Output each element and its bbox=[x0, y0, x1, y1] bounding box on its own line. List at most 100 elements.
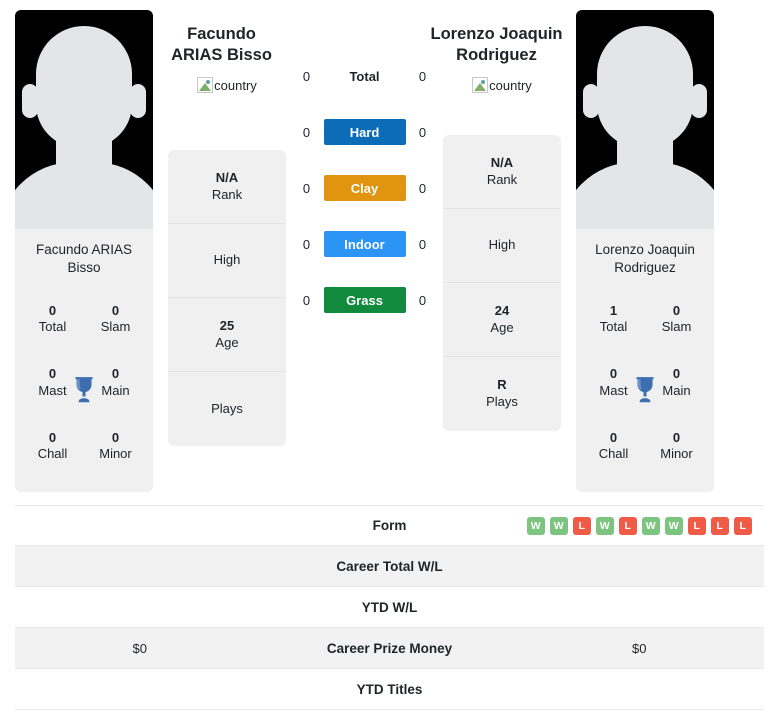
surface-grass-right-value: 0 bbox=[418, 292, 427, 308]
surface-clay-left-value: 0 bbox=[302, 180, 311, 196]
left-player-titles-grid: 0 Total 0 Slam 0 Mast 0 Main 0 Chall 0 M… bbox=[15, 287, 153, 492]
surface-clay-right-value: 0 bbox=[418, 180, 427, 196]
left-info-age-value: 25 bbox=[219, 317, 235, 333]
right-player-name: Lorenzo Joaquin Rodriguez bbox=[427, 24, 567, 66]
surface-hard-label: Hard bbox=[323, 119, 406, 145]
right-stat-chall-value: 0 bbox=[609, 429, 618, 445]
right-caption-line2: Rodriguez bbox=[614, 260, 676, 276]
left-country-alt-text: country bbox=[214, 77, 257, 93]
right-info-high-label: High bbox=[488, 237, 516, 253]
left-stat-total: 0 Total bbox=[21, 303, 84, 336]
form-badge-win: W bbox=[641, 516, 660, 535]
left-player-info-card: N/A Rank High 25 Age Plays bbox=[168, 150, 286, 447]
avatar-body bbox=[576, 162, 714, 229]
left-stat-chall-value: 0 bbox=[48, 429, 57, 445]
left-player-name: Facundo ARIAS Bisso bbox=[152, 24, 292, 66]
right-stat-minor-value: 0 bbox=[672, 429, 681, 445]
surface-hard-right-value: 0 bbox=[418, 124, 427, 140]
left-info-high-label: High bbox=[213, 252, 241, 268]
right-country-alt-text: country bbox=[489, 77, 532, 93]
table-row-ytd-titles: YTD Titles bbox=[15, 669, 764, 710]
right-stat-minor-label: Minor bbox=[660, 446, 693, 462]
right-player-name-line1: Lorenzo Joaquin bbox=[430, 25, 563, 43]
surface-row-clay: 0 Clay 0 bbox=[286, 174, 443, 202]
right-player-info-card: N/A Rank High 24 Age R Plays bbox=[443, 135, 561, 432]
surface-indoor-left-value: 0 bbox=[302, 236, 311, 252]
broken-image-icon bbox=[197, 77, 214, 94]
left-info-age-label: Age bbox=[215, 334, 239, 350]
surface-titles-column: 0 Total 0 0 Hard 0 0 Clay 0 0 Indoor 0 0 bbox=[286, 0, 443, 314]
left-player-info-column: Facundo ARIAS Bisso country N/A Rank Hig… bbox=[168, 0, 286, 447]
left-player-card: Facundo ARIAS Bisso 0 Total 0 Slam 0 Mas… bbox=[15, 10, 153, 492]
right-stat-slam-label: Slam bbox=[661, 319, 692, 335]
left-player-column: Facundo ARIAS Bisso 0 Total 0 Slam 0 Mas… bbox=[0, 0, 168, 492]
surface-total-label: Total bbox=[349, 68, 380, 84]
form-badge-loss: L bbox=[733, 516, 752, 535]
right-stat-slam: 0 Slam bbox=[645, 303, 708, 336]
form-badge-loss: L bbox=[687, 516, 706, 535]
left-player-name-line1: Facundo bbox=[187, 25, 256, 43]
left-info-plays-label: Plays bbox=[211, 400, 243, 416]
career-wl-label: Career Total W/L bbox=[336, 558, 443, 574]
left-stat-slam: 0 Slam bbox=[84, 303, 147, 336]
surface-row-indoor: 0 Indoor 0 bbox=[286, 230, 443, 258]
avatar-ear-right bbox=[130, 84, 146, 118]
comparison-header: Facundo ARIAS Bisso 0 Total 0 Slam 0 Mas… bbox=[0, 0, 779, 500]
left-stat-total-value: 0 bbox=[48, 302, 57, 318]
left-stat-minor-value: 0 bbox=[111, 429, 120, 445]
right-stat-total-label: Total bbox=[599, 319, 628, 335]
right-stat-minor: 0 Minor bbox=[645, 430, 708, 463]
surface-indoor-right-value: 0 bbox=[418, 236, 427, 252]
right-player-info-column: Lorenzo Joaquin Rodriguez country N/A Ra… bbox=[431, 0, 563, 432]
trophy-icon bbox=[75, 376, 93, 402]
right-stat-chall: 0 Chall bbox=[582, 430, 645, 463]
right-stat-slam-value: 0 bbox=[672, 302, 681, 318]
avatar-ear-left bbox=[22, 84, 38, 118]
left-info-rank-value: N/A bbox=[215, 169, 239, 185]
avatar-body bbox=[15, 162, 153, 229]
form-label: Form bbox=[372, 518, 407, 533]
left-stat-slam-label: Slam bbox=[100, 319, 131, 335]
left-info-plays: Plays bbox=[168, 372, 286, 446]
right-caption-line1: Lorenzo Joaquin bbox=[595, 242, 695, 257]
surface-clay-label: Clay bbox=[323, 175, 406, 201]
right-player-photo-caption: Lorenzo Joaquin Rodriguez bbox=[576, 229, 714, 287]
form-badges-list: WWLWLWWLLL bbox=[515, 516, 765, 535]
form-badge-loss: L bbox=[572, 516, 591, 535]
left-stat-minor: 0 Minor bbox=[84, 430, 147, 463]
table-row-prize-money: $0 Career Prize Money $0 bbox=[15, 628, 764, 669]
right-stat-total: 1 Total bbox=[582, 303, 645, 336]
left-country-flag-row: country bbox=[197, 76, 257, 94]
left-player-photo bbox=[15, 10, 153, 229]
surface-grass-label: Grass bbox=[323, 287, 406, 313]
avatar-ear-left bbox=[583, 84, 599, 118]
left-stat-minor-label: Minor bbox=[99, 446, 132, 462]
prize-money-label: Career Prize Money bbox=[326, 640, 453, 656]
left-stat-total-label: Total bbox=[38, 319, 67, 335]
form-badge-win: W bbox=[664, 516, 683, 535]
right-stat-chall-label: Chall bbox=[598, 446, 629, 462]
right-info-rank-value: N/A bbox=[490, 154, 514, 170]
form-badge-win: W bbox=[526, 516, 545, 535]
left-player-name-line2: ARIAS Bisso bbox=[171, 46, 272, 65]
right-info-age-label: Age bbox=[490, 319, 514, 335]
right-country-flag-row: country bbox=[472, 76, 532, 94]
table-row-form: Form WWLWLWWLLL bbox=[15, 505, 764, 546]
left-info-rank-label: Rank bbox=[211, 186, 243, 202]
right-info-rank-label: Rank bbox=[486, 171, 518, 187]
right-player-titles-grid: 1 Total 0 Slam 0 Mast 0 Main 0 Chall 0 M… bbox=[576, 287, 714, 492]
surface-row-grass: 0 Grass 0 bbox=[286, 286, 443, 314]
right-stat-total-value: 1 bbox=[609, 302, 618, 318]
right-player-name-line2: Rodriguez bbox=[456, 46, 537, 65]
right-info-rank: N/A Rank bbox=[443, 135, 561, 210]
right-player-photo bbox=[576, 10, 714, 229]
surface-total-right-value: 0 bbox=[418, 68, 427, 84]
broken-image-icon bbox=[472, 77, 489, 94]
table-row-career-wl: Career Total W/L bbox=[15, 546, 764, 587]
right-info-plays-value: R bbox=[497, 377, 507, 393]
form-right-value: WWLWLWWLLL bbox=[515, 516, 765, 535]
left-stat-chall-label: Chall bbox=[37, 446, 68, 462]
form-badge-win: W bbox=[595, 516, 614, 535]
left-stat-chall: 0 Chall bbox=[21, 430, 84, 463]
table-row-ytd-wl: YTD W/L bbox=[15, 587, 764, 628]
